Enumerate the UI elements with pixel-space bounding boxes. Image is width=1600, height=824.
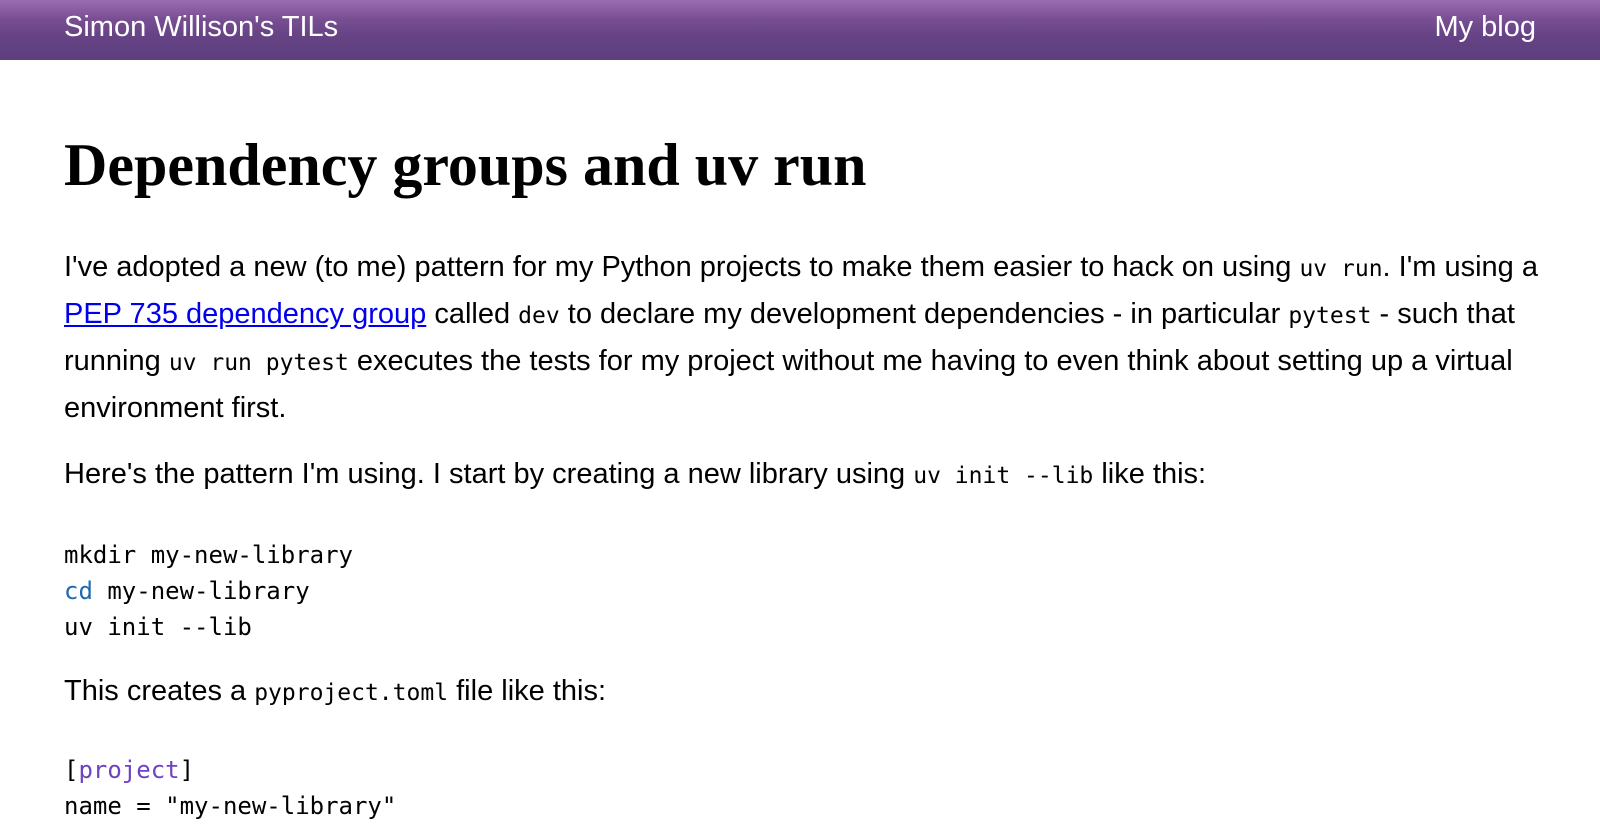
- code-bracket: [: [64, 756, 79, 784]
- code-line: name = "my-new-library": [64, 792, 397, 820]
- inline-code: uv run pytest: [168, 350, 349, 376]
- my-blog-link[interactable]: My blog: [1434, 9, 1536, 45]
- page-title: Dependency groups and uv run: [64, 132, 867, 198]
- site-title-link[interactable]: Simon Willison's TILs: [64, 9, 338, 45]
- text-span: like this:: [1093, 458, 1207, 490]
- toml-section: project: [78, 756, 180, 784]
- text-span: called: [426, 298, 519, 330]
- shell-code-block: mkdir my-new-library cd my-new-library u…: [64, 537, 353, 645]
- code-line: mkdir my-new-library: [64, 541, 353, 569]
- code-line: my-new-library: [92, 577, 310, 605]
- text-span: I've adopted a new (to me) pattern for m…: [64, 251, 1300, 283]
- inline-code: uv init --lib: [913, 463, 1094, 489]
- inline-code: pyproject.toml: [254, 680, 449, 706]
- pyproject-paragraph: This creates a pyproject.toml file like …: [64, 669, 1544, 716]
- code-line: uv init --lib: [64, 613, 252, 641]
- inline-code: dev: [518, 303, 560, 329]
- code-keyword: cd: [64, 577, 93, 605]
- pattern-paragraph: Here's the pattern I'm using. I start by…: [64, 452, 1544, 499]
- site-header: Simon Willison's TILs My blog: [0, 0, 1600, 60]
- text-span: This creates a: [64, 675, 255, 707]
- text-span: to declare my development dependencies -…: [559, 298, 1289, 330]
- code-bracket: ]: [179, 756, 195, 784]
- inline-code: pytest: [1288, 303, 1372, 329]
- text-span: Here's the pattern I'm using. I start by…: [64, 458, 914, 490]
- toml-code-block: [project] name = "my-new-library": [64, 752, 396, 824]
- intro-paragraph: I've adopted a new (to me) pattern for m…: [64, 245, 1544, 431]
- text-span: file like this:: [448, 675, 607, 707]
- text-span: . I'm using a: [1382, 251, 1538, 283]
- inline-code: uv run: [1299, 256, 1383, 282]
- pep-735-link[interactable]: PEP 735 dependency group: [64, 298, 426, 330]
